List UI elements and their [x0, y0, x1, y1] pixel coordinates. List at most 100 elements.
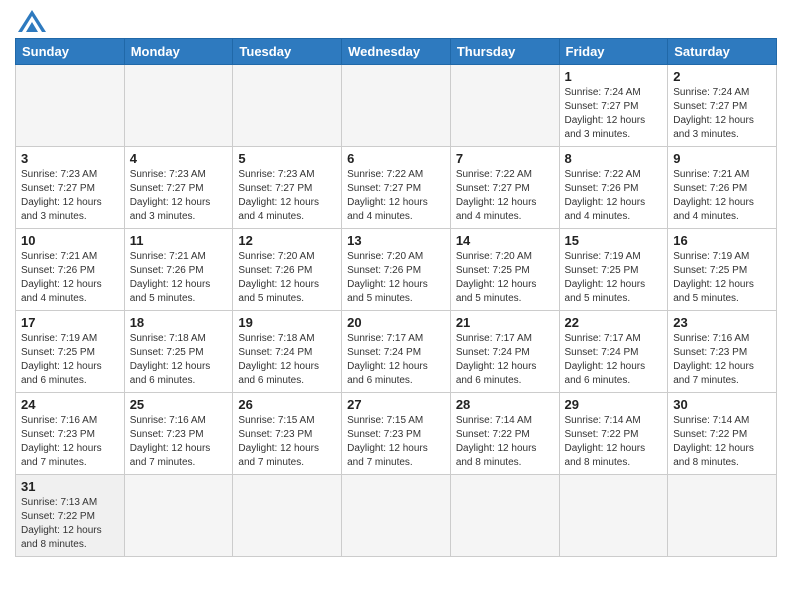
calendar-cell: 25 Sunrise: 7:16 AM Sunset: 7:23 PM Dayli…	[124, 393, 233, 475]
calendar-cell: 15Sunrise: 7:19 AM Sunset: 7:25 PM Dayli…	[559, 229, 668, 311]
calendar-cell: 17Sunrise: 7:19 AM Sunset: 7:25 PM Dayli…	[16, 311, 125, 393]
day-number: 12	[238, 233, 336, 248]
day-number: 24	[21, 397, 119, 412]
day-info: Sunrise: 7:21 AM Sunset: 7:26 PM Dayligh…	[21, 250, 119, 306]
day-number: 26	[238, 397, 336, 412]
day-number: 20	[347, 315, 445, 330]
day-number: 5	[238, 151, 336, 166]
day-number: 10	[21, 233, 119, 248]
calendar-cell: 24Sunrise: 7:16 AM Sunset: 7:23 PM Dayli…	[16, 393, 125, 475]
calendar-cell: 13 Sunrise: 7:20 AM Sunset: 7:26 PM Dayli…	[342, 229, 451, 311]
day-info: Sunrise: 7:18 AM Sunset: 7:24 PM Dayligh…	[238, 332, 336, 388]
weekday-header-wednesday: Wednesday	[342, 39, 451, 65]
calendar-cell	[342, 65, 451, 147]
day-number: 7	[456, 151, 554, 166]
day-info: Sunrise: 7:23 AM Sunset: 7:27 PM Dayligh…	[21, 168, 119, 224]
calendar-cell: 29Sunrise: 7:14 AM Sunset: 7:22 PM Dayli…	[559, 393, 668, 475]
calendar-cell: 7 Sunrise: 7:22 AM Sunset: 7:27 PM Daylig…	[450, 147, 559, 229]
day-info: Sunrise: 7:22 AM Sunset: 7:27 PM Dayligh…	[456, 168, 554, 224]
day-number: 15	[565, 233, 663, 248]
day-info: Sunrise: 7:22 AM Sunset: 7:26 PM Dayligh…	[565, 168, 663, 224]
day-info: Sunrise: 7:17 AM Sunset: 7:24 PM Dayligh…	[565, 332, 663, 388]
day-info: Sunrise: 7:20 AM Sunset: 7:26 PM Dayligh…	[238, 250, 336, 306]
day-info: Sunrise: 7:24 AM Sunset: 7:27 PM Dayligh…	[673, 86, 771, 142]
day-number: 3	[21, 151, 119, 166]
calendar-cell	[450, 475, 559, 557]
day-info: Sunrise: 7:20 AM Sunset: 7:26 PM Dayligh…	[347, 250, 445, 306]
calendar-cell: 14 Sunrise: 7:20 AM Sunset: 7:25 PM Dayli…	[450, 229, 559, 311]
day-info: Sunrise: 7:17 AM Sunset: 7:24 PM Dayligh…	[347, 332, 445, 388]
calendar-week-row-4: 24 Sunrise: 7:16 AM Sunset: 7:23 PM Dayli…	[16, 393, 777, 475]
calendar-cell: 20 Sunrise: 7:17 AM Sunset: 7:24 PM Dayli…	[342, 311, 451, 393]
day-number: 22	[565, 315, 663, 330]
day-number: 8	[565, 151, 663, 166]
calendar-cell: 27Sunrise: 7:15 AM Sunset: 7:23 PM Dayli…	[342, 393, 451, 475]
day-info: Sunrise: 7:15 AM Sunset: 7:23 PM Dayligh…	[238, 414, 336, 470]
calendar-cell: 30 Sunrise: 7:14 AM Sunset: 7:22 PM Dayli…	[668, 393, 777, 475]
day-info: Sunrise: 7:21 AM Sunset: 7:26 PM Dayligh…	[130, 250, 228, 306]
calendar-cell	[233, 475, 342, 557]
day-info: Sunrise: 7:21 AM Sunset: 7:26 PM Dayligh…	[673, 168, 771, 224]
day-number: 16	[673, 233, 771, 248]
day-number: 17	[21, 315, 119, 330]
day-number: 4	[130, 151, 228, 166]
day-number: 30	[673, 397, 771, 412]
day-info: Sunrise: 7:17 AM Sunset: 7:24 PM Dayligh…	[456, 332, 554, 388]
day-number: 2	[673, 69, 771, 84]
calendar-week-row-1: 3 Sunrise: 7:23 AM Sunset: 7:27 PM Daylig…	[16, 147, 777, 229]
calendar-cell: 26 Sunrise: 7:15 AM Sunset: 7:23 PM Dayli…	[233, 393, 342, 475]
calendar-cell: 31Sunrise: 7:13 AM Sunset: 7:22 PM Dayli…	[16, 475, 125, 557]
header	[15, 10, 777, 32]
calendar-cell	[342, 475, 451, 557]
calendar-table: SundayMondayTuesdayWednesdayThursdayFrid…	[15, 38, 777, 557]
weekday-header-tuesday: Tuesday	[233, 39, 342, 65]
calendar-cell: 28Sunrise: 7:14 AM Sunset: 7:22 PM Dayli…	[450, 393, 559, 475]
day-info: Sunrise: 7:14 AM Sunset: 7:22 PM Dayligh…	[565, 414, 663, 470]
calendar-cell	[668, 475, 777, 557]
calendar-cell: 2 Sunrise: 7:24 AM Sunset: 7:27 PM Daylig…	[668, 65, 777, 147]
day-number: 14	[456, 233, 554, 248]
day-number: 1	[565, 69, 663, 84]
calendar-cell: 21 Sunrise: 7:17 AM Sunset: 7:24 PM Dayli…	[450, 311, 559, 393]
calendar-cell: 9 Sunrise: 7:21 AM Sunset: 7:26 PM Daylig…	[668, 147, 777, 229]
calendar-cell	[559, 475, 668, 557]
calendar-cell: 6 Sunrise: 7:22 AM Sunset: 7:27 PM Daylig…	[342, 147, 451, 229]
day-number: 9	[673, 151, 771, 166]
weekday-header-thursday: Thursday	[450, 39, 559, 65]
calendar-week-row-5: 31Sunrise: 7:13 AM Sunset: 7:22 PM Dayli…	[16, 475, 777, 557]
calendar-week-row-2: 10 Sunrise: 7:21 AM Sunset: 7:26 PM Dayli…	[16, 229, 777, 311]
weekday-header-friday: Friday	[559, 39, 668, 65]
calendar-cell: 8 Sunrise: 7:22 AM Sunset: 7:26 PM Daylig…	[559, 147, 668, 229]
day-info: Sunrise: 7:23 AM Sunset: 7:27 PM Dayligh…	[130, 168, 228, 224]
day-number: 25	[130, 397, 228, 412]
day-info: Sunrise: 7:20 AM Sunset: 7:25 PM Dayligh…	[456, 250, 554, 306]
day-info: Sunrise: 7:16 AM Sunset: 7:23 PM Dayligh…	[130, 414, 228, 470]
calendar-week-row-3: 17Sunrise: 7:19 AM Sunset: 7:25 PM Dayli…	[16, 311, 777, 393]
day-number: 19	[238, 315, 336, 330]
logo	[15, 10, 46, 32]
day-info: Sunrise: 7:19 AM Sunset: 7:25 PM Dayligh…	[673, 250, 771, 306]
calendar-cell	[124, 65, 233, 147]
calendar-cell: 4 Sunrise: 7:23 AM Sunset: 7:27 PM Daylig…	[124, 147, 233, 229]
calendar-cell	[124, 475, 233, 557]
day-number: 23	[673, 315, 771, 330]
weekday-header-sunday: Sunday	[16, 39, 125, 65]
day-number: 13	[347, 233, 445, 248]
calendar-week-row-0: 1 Sunrise: 7:24 AM Sunset: 7:27 PM Daylig…	[16, 65, 777, 147]
day-number: 27	[347, 397, 445, 412]
calendar-cell: 10 Sunrise: 7:21 AM Sunset: 7:26 PM Dayli…	[16, 229, 125, 311]
day-number: 6	[347, 151, 445, 166]
calendar-cell: 16 Sunrise: 7:19 AM Sunset: 7:25 PM Dayli…	[668, 229, 777, 311]
calendar-cell	[233, 65, 342, 147]
calendar-cell: 12 Sunrise: 7:20 AM Sunset: 7:26 PM Dayli…	[233, 229, 342, 311]
calendar-cell: 5Sunrise: 7:23 AM Sunset: 7:27 PM Daylig…	[233, 147, 342, 229]
day-number: 21	[456, 315, 554, 330]
day-info: Sunrise: 7:14 AM Sunset: 7:22 PM Dayligh…	[673, 414, 771, 470]
calendar-cell: 18Sunrise: 7:18 AM Sunset: 7:25 PM Dayli…	[124, 311, 233, 393]
day-number: 11	[130, 233, 228, 248]
day-info: Sunrise: 7:16 AM Sunset: 7:23 PM Dayligh…	[673, 332, 771, 388]
logo-icon	[18, 10, 46, 32]
day-info: Sunrise: 7:22 AM Sunset: 7:27 PM Dayligh…	[347, 168, 445, 224]
weekday-header-monday: Monday	[124, 39, 233, 65]
logo-area	[15, 10, 46, 32]
